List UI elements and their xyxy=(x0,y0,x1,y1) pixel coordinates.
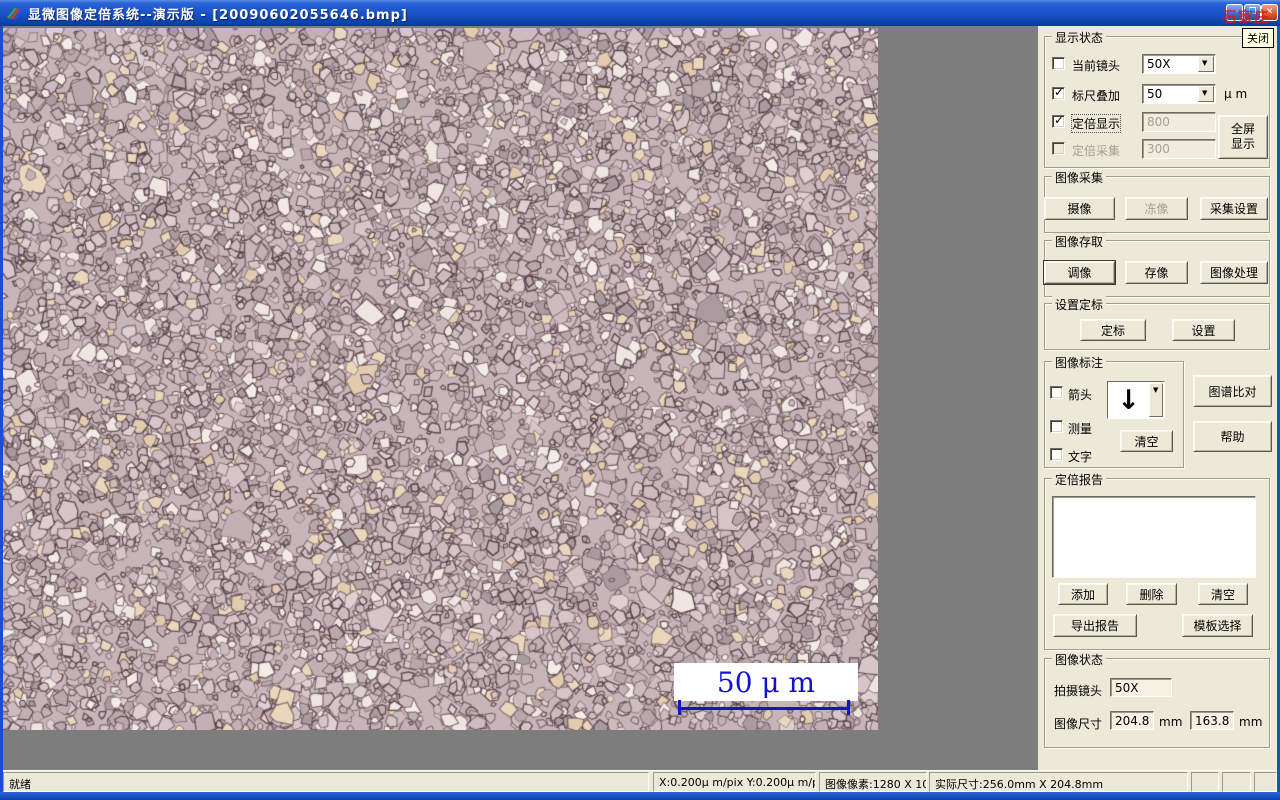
group-calibration: 设置 定标 xyxy=(1044,296,1270,350)
shoot-lens-value: 50X xyxy=(1110,678,1172,697)
group-report-title: 定倍报告 xyxy=(1052,471,1107,488)
current-lens-label: 当前镜头 xyxy=(1072,59,1121,73)
ruler-unit-label: μ m xyxy=(1224,87,1248,101)
image-size-label: 图像尺寸 xyxy=(1054,717,1103,731)
status-image-pixels: 图像像素:1280 X 1024 xyxy=(819,772,927,792)
ruler-value: 50 xyxy=(1147,87,1163,101)
arrow-down-icon: ↓ xyxy=(1117,384,1140,416)
load-image-button[interactable]: 调像 xyxy=(1043,260,1116,285)
group-image-status-title: 图像状态 xyxy=(1052,651,1107,668)
arrow-style-combo[interactable]: ↓ xyxy=(1107,381,1165,419)
status-ready: 就绪 xyxy=(3,772,649,792)
group-storage-title: 图像存取 xyxy=(1052,233,1107,250)
status-empty-3 xyxy=(1254,772,1277,792)
window-title: 显微图像定倍系统--演示版 - [20090602055646.bmp] xyxy=(28,7,408,23)
window-border-bottom xyxy=(0,792,1280,800)
fixed-display-label: 定倍显示 xyxy=(1070,114,1122,133)
restore-button[interactable]: ❐ xyxy=(1244,4,1261,21)
text-checkbox[interactable] xyxy=(1050,448,1063,461)
fullscreen-button-line1: 全屏 xyxy=(1230,122,1255,136)
close-button[interactable]: ✕ xyxy=(1261,4,1278,21)
ruler-overlay-label: 标尺叠加 xyxy=(1072,89,1121,103)
report-add-button[interactable]: 添加 xyxy=(1058,583,1108,605)
annotation-clear-button[interactable]: 清空 xyxy=(1120,430,1173,452)
fixed-display-input: 800 xyxy=(1142,112,1216,132)
control-panel: 显示状态 当前镜头 50X 标尺叠加 50 μ m 定倍显示 800 定倍采集 … xyxy=(1038,26,1277,770)
fixed-capture-checkbox xyxy=(1052,142,1065,155)
current-lens-combo-arrow-icon[interactable] xyxy=(1198,56,1214,72)
report-listbox[interactable] xyxy=(1052,496,1256,578)
shoot-button[interactable]: 摄像 xyxy=(1044,197,1115,220)
calibration-settings-button[interactable]: 设置 xyxy=(1172,319,1235,341)
capture-settings-button[interactable]: 采集设置 xyxy=(1200,197,1268,220)
micrograph-image[interactable] xyxy=(3,28,878,730)
fixed-capture-input: 300 xyxy=(1142,139,1216,159)
image-width-value: 204.8 xyxy=(1110,711,1154,730)
current-lens-value: 50X xyxy=(1147,57,1171,71)
ruler-overlay-checkbox[interactable] xyxy=(1052,85,1065,100)
arrow-label: 箭头 xyxy=(1068,388,1093,402)
fullscreen-button[interactable]: 全屏 显示 xyxy=(1218,115,1268,159)
statusbar: 就绪 X:0.200μ m/pix Y:0.200μ m/pix 图像像素:12… xyxy=(3,770,1277,792)
minimize-button[interactable]: ─ xyxy=(1226,4,1243,21)
freeze-button: 冻像 xyxy=(1125,197,1188,220)
group-image-status: 图像状态 xyxy=(1044,651,1270,748)
group-capture-title: 图像采集 xyxy=(1052,169,1107,186)
group-display-status-title: 显示状态 xyxy=(1052,29,1107,46)
fullscreen-button-line2: 显示 xyxy=(1230,137,1255,151)
group-calibration-title: 设置定标 xyxy=(1052,296,1107,313)
ruler-combo-arrow-icon[interactable] xyxy=(1198,86,1214,102)
save-image-button[interactable]: 存像 xyxy=(1125,261,1188,284)
status-actual-size: 实际尺寸:256.0mm X 204.8mm xyxy=(929,772,1188,792)
image-width-unit: mm xyxy=(1159,715,1183,729)
fixed-capture-label: 定倍采集 xyxy=(1072,144,1121,158)
status-pixel-scale: X:0.200μ m/pix Y:0.200μ m/pix xyxy=(653,772,816,792)
ruler-value-combo[interactable]: 50 xyxy=(1142,84,1216,104)
scalebar-tick-left xyxy=(678,700,681,715)
measure-label: 测量 xyxy=(1068,422,1093,436)
scalebar-line xyxy=(678,707,850,710)
current-lens-checkbox[interactable] xyxy=(1052,57,1065,70)
report-clear-button[interactable]: 清空 xyxy=(1198,583,1248,605)
template-select-button[interactable]: 模板选择 xyxy=(1182,614,1253,637)
close-tooltip: 关闭 xyxy=(1242,28,1274,48)
report-delete-button[interactable]: 删除 xyxy=(1126,583,1177,605)
current-lens-combo[interactable]: 50X xyxy=(1142,54,1216,74)
measure-checkbox[interactable] xyxy=(1050,420,1063,433)
app-icon xyxy=(7,7,22,21)
help-button[interactable]: 帮助 xyxy=(1193,421,1272,452)
scalebar-tick-right xyxy=(847,700,850,715)
scalebar-label-box: 50 μ m xyxy=(674,663,858,701)
status-empty-1 xyxy=(1191,772,1219,792)
export-report-button[interactable]: 导出报告 xyxy=(1053,614,1137,637)
arrow-checkbox[interactable] xyxy=(1050,386,1063,399)
calibrate-button[interactable]: 定标 xyxy=(1080,319,1146,341)
image-process-button[interactable]: 图像处理 xyxy=(1200,261,1268,284)
image-height-value: 163.8 xyxy=(1190,711,1234,730)
group-annotation-title: 图像标注 xyxy=(1052,354,1107,371)
status-empty-2 xyxy=(1222,772,1251,792)
image-height-unit: mm xyxy=(1239,715,1263,729)
app-window: 显微图像定倍系统--演示版 - [20090602055646.bmp] ─ ❐… xyxy=(0,0,1280,800)
shoot-lens-label: 拍摄镜头 xyxy=(1054,684,1103,698)
arrow-combo-arrow-icon[interactable] xyxy=(1149,383,1163,417)
titlebar[interactable]: 显微图像定倍系统--演示版 - [20090602055646.bmp] ─ ❐… xyxy=(0,0,1280,26)
fixed-display-checkbox[interactable] xyxy=(1052,113,1065,128)
text-label: 文字 xyxy=(1068,450,1093,464)
scalebar-label: 50 μ m xyxy=(716,665,816,699)
atlas-compare-button[interactable]: 图谱比对 xyxy=(1193,375,1272,407)
